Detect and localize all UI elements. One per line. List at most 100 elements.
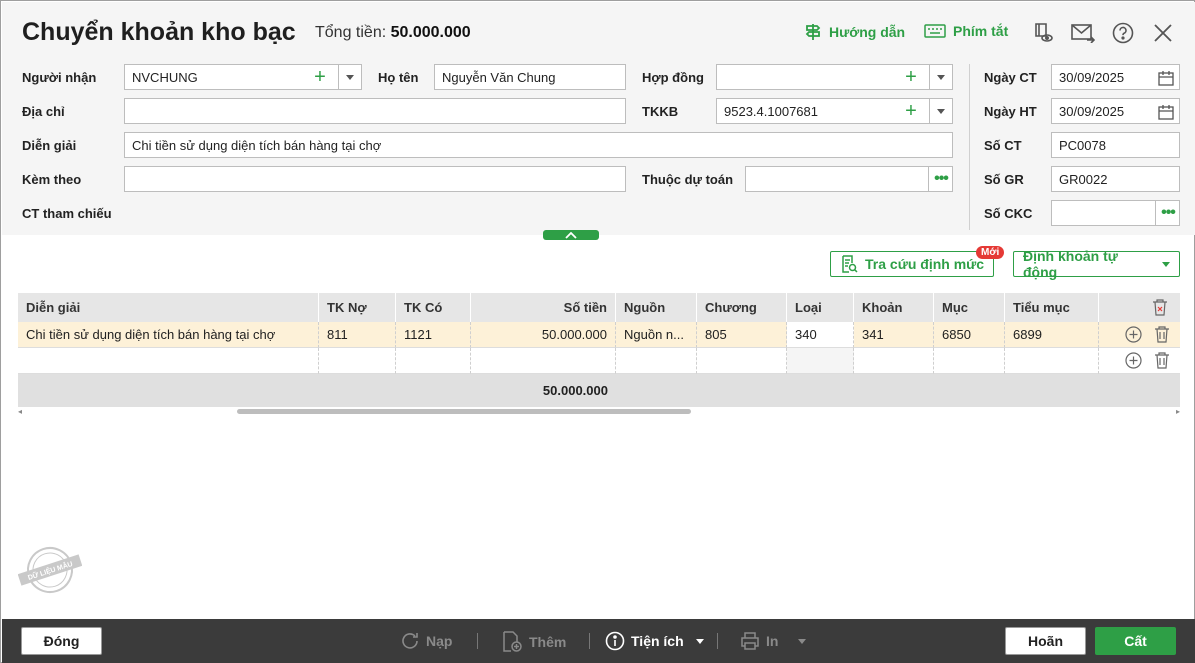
recipient-field[interactable]: NVCHUNG +	[124, 64, 362, 90]
cell-subsection[interactable]: 6899	[1005, 322, 1099, 348]
budget-browse-button[interactable]: •••	[928, 166, 953, 192]
fullname-label: Họ tên	[378, 70, 419, 85]
cell-credit-account[interactable]: 1121	[396, 322, 471, 348]
horizontal-scrollbar[interactable]: ◂ ▸	[18, 407, 1180, 416]
scroll-left-icon[interactable]: ◂	[18, 407, 22, 416]
cell-type[interactable]: 340	[787, 322, 854, 348]
total-value: 50.000.000	[390, 24, 471, 41]
cell-section[interactable]	[934, 348, 1005, 374]
contract-label: Hợp đồng	[642, 70, 704, 85]
help-icon[interactable]	[1111, 21, 1135, 45]
add-tkkb-icon[interactable]: +	[901, 101, 921, 121]
shortcut-link[interactable]: Phím tắt	[924, 23, 1008, 39]
column-header[interactable]: Tiểu mục	[1005, 293, 1099, 322]
recipient-dropdown-button[interactable]	[338, 64, 362, 90]
ht-date-field[interactable]: 30/09/2025	[1051, 98, 1180, 124]
so-ckc-browse-button[interactable]: •••	[1155, 200, 1180, 226]
auto-posting-dropdown[interactable]: Định khoản tự động	[1013, 248, 1180, 280]
ct-date-label: Ngày CT	[984, 70, 1037, 85]
reload-button[interactable]: Nạp	[400, 631, 452, 651]
row-actions	[1099, 322, 1180, 348]
so-gr-label: Số GR	[984, 172, 1024, 187]
total-amount: Tổng tiền: 50.000.000	[315, 24, 471, 42]
cell-source[interactable]	[616, 348, 697, 374]
calendar-icon[interactable]	[1158, 104, 1174, 120]
delete-all-rows-button[interactable]	[1099, 293, 1180, 322]
cell-section[interactable]: 6850	[934, 322, 1005, 348]
column-header[interactable]: Chương	[697, 293, 787, 322]
email-icon[interactable]	[1071, 21, 1095, 45]
close-button[interactable]: Đóng	[21, 627, 102, 655]
desc-field[interactable]: Chi tiền sử dụng diện tích bán hàng tại …	[124, 132, 953, 158]
add-row-icon[interactable]	[1125, 326, 1142, 343]
print-dropdown[interactable]: In	[740, 631, 807, 651]
cell-amount[interactable]: 50.000.000	[471, 322, 616, 348]
contract-field[interactable]: +	[716, 64, 953, 90]
ct-date-field[interactable]: 30/09/2025	[1051, 64, 1180, 90]
add-row-icon[interactable]	[1125, 352, 1142, 369]
column-header[interactable]: Số tiền	[471, 293, 616, 322]
cell-item[interactable]	[854, 348, 934, 374]
scroll-right-icon[interactable]: ▸	[1176, 407, 1180, 416]
save-button[interactable]: Cất	[1095, 627, 1176, 655]
column-header[interactable]: Mục	[934, 293, 1005, 322]
calendar-icon[interactable]	[1158, 70, 1174, 86]
column-header[interactable]: TK Nợ	[319, 293, 396, 322]
cell-type[interactable]	[787, 348, 854, 374]
preview-icon[interactable]	[1031, 21, 1055, 45]
sample-data-stamp: DỮ LIỆU MẪU	[18, 547, 82, 593]
add-recipient-icon[interactable]: +	[310, 67, 330, 87]
column-header[interactable]: Loại	[787, 293, 854, 322]
so-ckc-field[interactable]: •••	[1051, 200, 1180, 226]
fullname-field[interactable]: Nguyễn Văn Chung	[434, 64, 626, 90]
table-row[interactable]	[18, 348, 1180, 374]
chevron-down-icon	[937, 74, 945, 80]
table-row[interactable]: Chi tiền sử dụng diện tích bán hàng tại …	[18, 322, 1180, 348]
ht-date-value: 30/09/2025	[1059, 103, 1125, 119]
column-header[interactable]: TK Có	[396, 293, 471, 322]
cell-amount[interactable]	[471, 348, 616, 374]
utilities-dropdown[interactable]: Tiện ích	[605, 631, 704, 651]
cell-description[interactable]: Chi tiền sử dụng diện tích bán hàng tại …	[18, 322, 319, 348]
column-header[interactable]: Nguồn	[616, 293, 697, 322]
cell-debit-account[interactable]: 811	[319, 322, 396, 348]
so-ct-field[interactable]: PC0078	[1051, 132, 1180, 158]
chevron-down-icon	[937, 108, 945, 114]
scrollbar-thumb[interactable]	[237, 409, 691, 414]
desc-value: Chi tiền sử dụng diện tích bán hàng tại …	[132, 137, 382, 153]
cell-debit-account[interactable]	[319, 348, 396, 374]
budget-field[interactable]: •••	[745, 166, 953, 192]
lookup-norm-button[interactable]: Tra cứu định mức	[830, 251, 995, 277]
cell-credit-account[interactable]	[396, 348, 471, 374]
column-header[interactable]: Diễn giải	[18, 293, 319, 322]
cell-item[interactable]: 341	[854, 322, 934, 348]
address-field[interactable]	[124, 98, 626, 124]
tkkb-dropdown-button[interactable]	[929, 98, 953, 124]
delete-row-icon[interactable]	[1154, 326, 1170, 343]
cell-description[interactable]	[18, 348, 319, 374]
cell-chapter[interactable]	[697, 348, 787, 374]
cancel-button[interactable]: Hoãn	[1005, 627, 1086, 655]
attach-field[interactable]	[124, 166, 626, 192]
column-header[interactable]: Khoản	[854, 293, 934, 322]
separator	[589, 633, 590, 649]
cell-chapter[interactable]: 805	[697, 322, 787, 348]
contract-dropdown-button[interactable]	[929, 64, 953, 90]
page-title: Chuyển khoản kho bạc	[22, 18, 296, 46]
add-button[interactable]: Thêm	[501, 631, 566, 653]
lookup-norm-label: Tra cứu định mức	[865, 256, 985, 272]
delete-row-icon[interactable]	[1154, 352, 1170, 369]
add-contract-icon[interactable]: +	[901, 67, 921, 87]
total-spacer	[18, 374, 471, 407]
total-amount-cell: 50.000.000	[542, 383, 608, 398]
close-icon[interactable]	[1151, 21, 1175, 45]
tkkb-field[interactable]: 9523.4.1007681 +	[716, 98, 953, 124]
so-gr-field[interactable]: GR0022	[1051, 166, 1180, 192]
cell-subsection[interactable]	[1005, 348, 1099, 374]
guide-label: Hướng dẫn	[829, 24, 906, 40]
cell-source[interactable]: Nguồn n...	[616, 322, 697, 348]
collapse-header-button[interactable]	[543, 230, 599, 240]
row-actions	[1099, 348, 1180, 374]
guide-link[interactable]: Hướng dẫn	[804, 23, 905, 41]
printer-icon	[741, 632, 759, 650]
